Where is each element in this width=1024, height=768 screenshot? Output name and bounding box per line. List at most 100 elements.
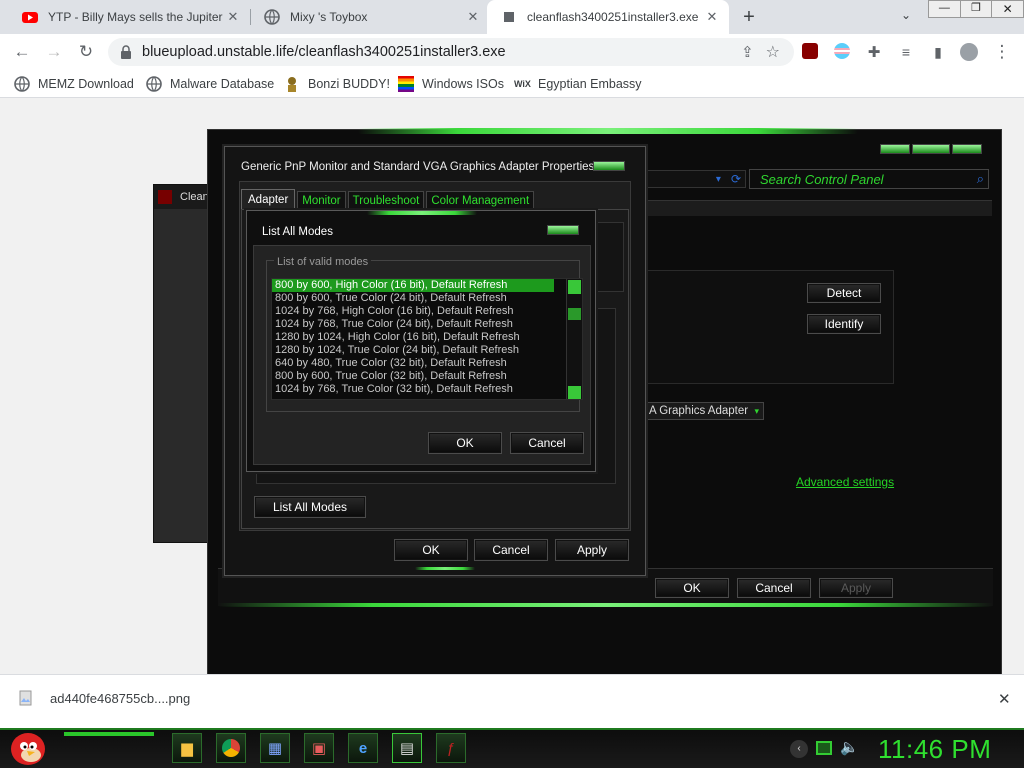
maximize-icon[interactable] xyxy=(911,144,951,154)
identify-button[interactable]: Identify xyxy=(807,314,881,334)
close-tab-icon[interactable]: ✕ xyxy=(224,9,242,25)
display-select[interactable]: A Graphics Adapter ▾ xyxy=(646,402,764,420)
refresh-icon[interactable]: ⟳ xyxy=(731,172,741,186)
address-bar[interactable]: blueupload.unstable.life/cleanflash34002… xyxy=(108,38,794,66)
start-button[interactable] xyxy=(4,726,52,768)
mode-item[interactable]: 800 by 600, True Color (24 bit), Default… xyxy=(272,292,554,305)
scroll-thumb[interactable] xyxy=(568,308,581,320)
close-tab-icon[interactable]: ✕ xyxy=(703,9,721,25)
installer-icon[interactable]: ▣ xyxy=(304,733,334,763)
ie-icon[interactable]: e xyxy=(348,733,378,763)
properties-apply-button[interactable]: Apply xyxy=(555,539,629,561)
close-icon[interactable] xyxy=(593,161,625,171)
control-panel-icon[interactable]: ▦ xyxy=(260,733,290,763)
file-icon xyxy=(504,12,514,22)
tab-title: Mixy 's Toybox xyxy=(290,10,368,24)
close-tab-icon[interactable]: ✕ xyxy=(464,9,482,25)
youtube-icon xyxy=(22,12,38,23)
mode-item[interactable]: 1280 by 1024, True Color (24 bit), Defau… xyxy=(272,344,554,357)
list-all-modes-button[interactable]: List All Modes xyxy=(254,496,366,518)
share-icon[interactable]: ⇪ xyxy=(741,43,754,61)
modes-list: 800 by 600, High Color (16 bit), Default… xyxy=(272,279,554,396)
cp-cancel-button[interactable]: Cancel xyxy=(737,578,811,598)
extensions-puzzle-icon[interactable]: ✚ xyxy=(862,40,886,64)
minimize-icon[interactable] xyxy=(880,144,910,154)
bottom-glow xyxy=(218,603,993,607)
reload-icon[interactable]: ↻ xyxy=(74,40,98,64)
valid-modes-label: List of valid modes xyxy=(274,256,372,268)
extension-flag-icon[interactable] xyxy=(834,43,850,59)
mode-item[interactable]: 640 by 480, True Color (32 bit), Default… xyxy=(272,357,554,370)
menu-kebab-icon[interactable]: ⋮ xyxy=(990,40,1014,64)
maximize-icon[interactable]: ❐ xyxy=(961,1,993,17)
mode-item[interactable]: 800 by 600, High Color (16 bit), Default… xyxy=(272,279,554,292)
close-icon[interactable] xyxy=(952,144,982,154)
tab-adapter[interactable]: Adapter xyxy=(241,189,296,209)
list-modes-body: List of valid modes 800 by 600, High Col… xyxy=(253,245,591,465)
mode-item[interactable]: 1024 by 768, True Color (32 bit), Defaul… xyxy=(272,383,554,396)
close-icon[interactable] xyxy=(547,225,579,235)
tab-search-chevron-icon[interactable]: ⌄ xyxy=(896,8,916,26)
bottom-glow xyxy=(415,567,475,570)
bookmark-star-icon[interactable]: ☆ xyxy=(766,42,780,62)
detect-button[interactable]: Detect xyxy=(807,283,881,303)
scrollbar[interactable] xyxy=(566,279,582,399)
display-icon[interactable]: ▤ xyxy=(392,733,422,763)
scroll-down-icon[interactable] xyxy=(568,386,581,399)
side-panel-icon[interactable]: ▮ xyxy=(926,40,950,64)
tab-toybox[interactable]: Mixy 's Toybox ✕ xyxy=(250,0,490,34)
mode-item[interactable]: 800 by 600, True Color (32 bit), Default… xyxy=(272,370,554,383)
network-icon[interactable] xyxy=(816,741,832,755)
chrome-icon[interactable] xyxy=(216,733,246,763)
ublock-icon[interactable] xyxy=(802,43,818,59)
list-modes-ok-button[interactable]: OK xyxy=(428,432,502,454)
properties-tabs: Adapter Monitor Troubleshoot Color Manag… xyxy=(241,189,535,209)
volume-icon[interactable]: 🔈 xyxy=(840,738,859,756)
bookmark-egyptian[interactable]: WiX Egyptian Embassy xyxy=(514,74,642,94)
cp-apply-button[interactable]: Apply xyxy=(819,578,893,598)
properties-title: Generic PnP Monitor and Standard VGA Gra… xyxy=(241,161,595,173)
search-icon[interactable]: ⌕ xyxy=(977,171,984,187)
bookmark-windows-isos[interactable]: Windows ISOs xyxy=(398,74,504,94)
properties-ok-button[interactable]: OK xyxy=(394,539,468,561)
profile-avatar-icon[interactable] xyxy=(960,43,978,61)
chevron-down-icon: ▾ xyxy=(754,405,759,416)
search-placeholder: Search Control Panel xyxy=(760,171,884,187)
cp-ok-button[interactable]: OK xyxy=(655,578,729,598)
tab-active-installer[interactable]: cleanflash3400251installer3.exe ✕ xyxy=(487,0,729,34)
address-dropdown[interactable]: ▾ ⟳ xyxy=(646,170,746,188)
clock[interactable]: 11:46 PM xyxy=(878,734,991,765)
tab-monitor[interactable]: Monitor xyxy=(297,191,346,209)
tab-youtube[interactable]: YTP - Billy Mays sells the Jupiter ✕ xyxy=(8,0,250,34)
folder-icon[interactable]: ▆ xyxy=(172,733,202,763)
bookmark-bonzi[interactable]: Bonzi BUDDY! xyxy=(284,74,390,94)
bookmark-label: MEMZ Download xyxy=(38,77,134,91)
bookmark-memz[interactable]: MEMZ Download xyxy=(14,74,134,94)
mode-item[interactable]: 1024 by 768, True Color (24 bit), Defaul… xyxy=(272,318,554,331)
mode-item[interactable]: 1024 by 768, High Color (16 bit), Defaul… xyxy=(272,305,554,318)
tab-color-management[interactable]: Color Management xyxy=(426,191,535,209)
modes-listbox[interactable]: 800 by 600, High Color (16 bit), Default… xyxy=(271,278,583,400)
forward-arrow-icon[interactable]: → xyxy=(42,40,66,64)
tab-troubleshoot[interactable]: Troubleshoot xyxy=(347,191,425,209)
back-arrow-icon[interactable]: ← xyxy=(10,40,34,64)
chevron-down-icon[interactable]: ▾ xyxy=(716,174,721,185)
titlebar-glow xyxy=(367,211,477,215)
bookmark-malware[interactable]: Malware Database xyxy=(146,74,274,94)
command-bar xyxy=(646,200,992,216)
minimize-icon[interactable]: — xyxy=(929,1,961,17)
download-item[interactable]: ad440fe468755cb....png xyxy=(18,690,190,706)
cp-window-controls xyxy=(880,144,982,154)
mode-item[interactable]: 1280 by 1024, High Color (16 bit), Defau… xyxy=(272,331,554,344)
new-tab-plus-icon[interactable]: + xyxy=(738,6,760,28)
media-queue-icon[interactable]: ≡ xyxy=(894,40,918,64)
list-modes-cancel-button[interactable]: Cancel xyxy=(510,432,584,454)
search-control-panel-input[interactable]: Search Control Panel ⌕ xyxy=(749,169,989,189)
properties-cancel-button[interactable]: Cancel xyxy=(474,539,548,561)
close-download-bar-icon[interactable]: ✕ xyxy=(998,690,1011,708)
scroll-up-icon[interactable] xyxy=(568,280,581,294)
advanced-settings-link[interactable]: Advanced settings xyxy=(796,475,894,489)
flash-icon[interactable]: ƒ xyxy=(436,733,466,763)
show-hidden-icons-icon[interactable]: ‹ xyxy=(790,740,808,758)
close-window-icon[interactable]: ✕ xyxy=(992,1,1023,17)
